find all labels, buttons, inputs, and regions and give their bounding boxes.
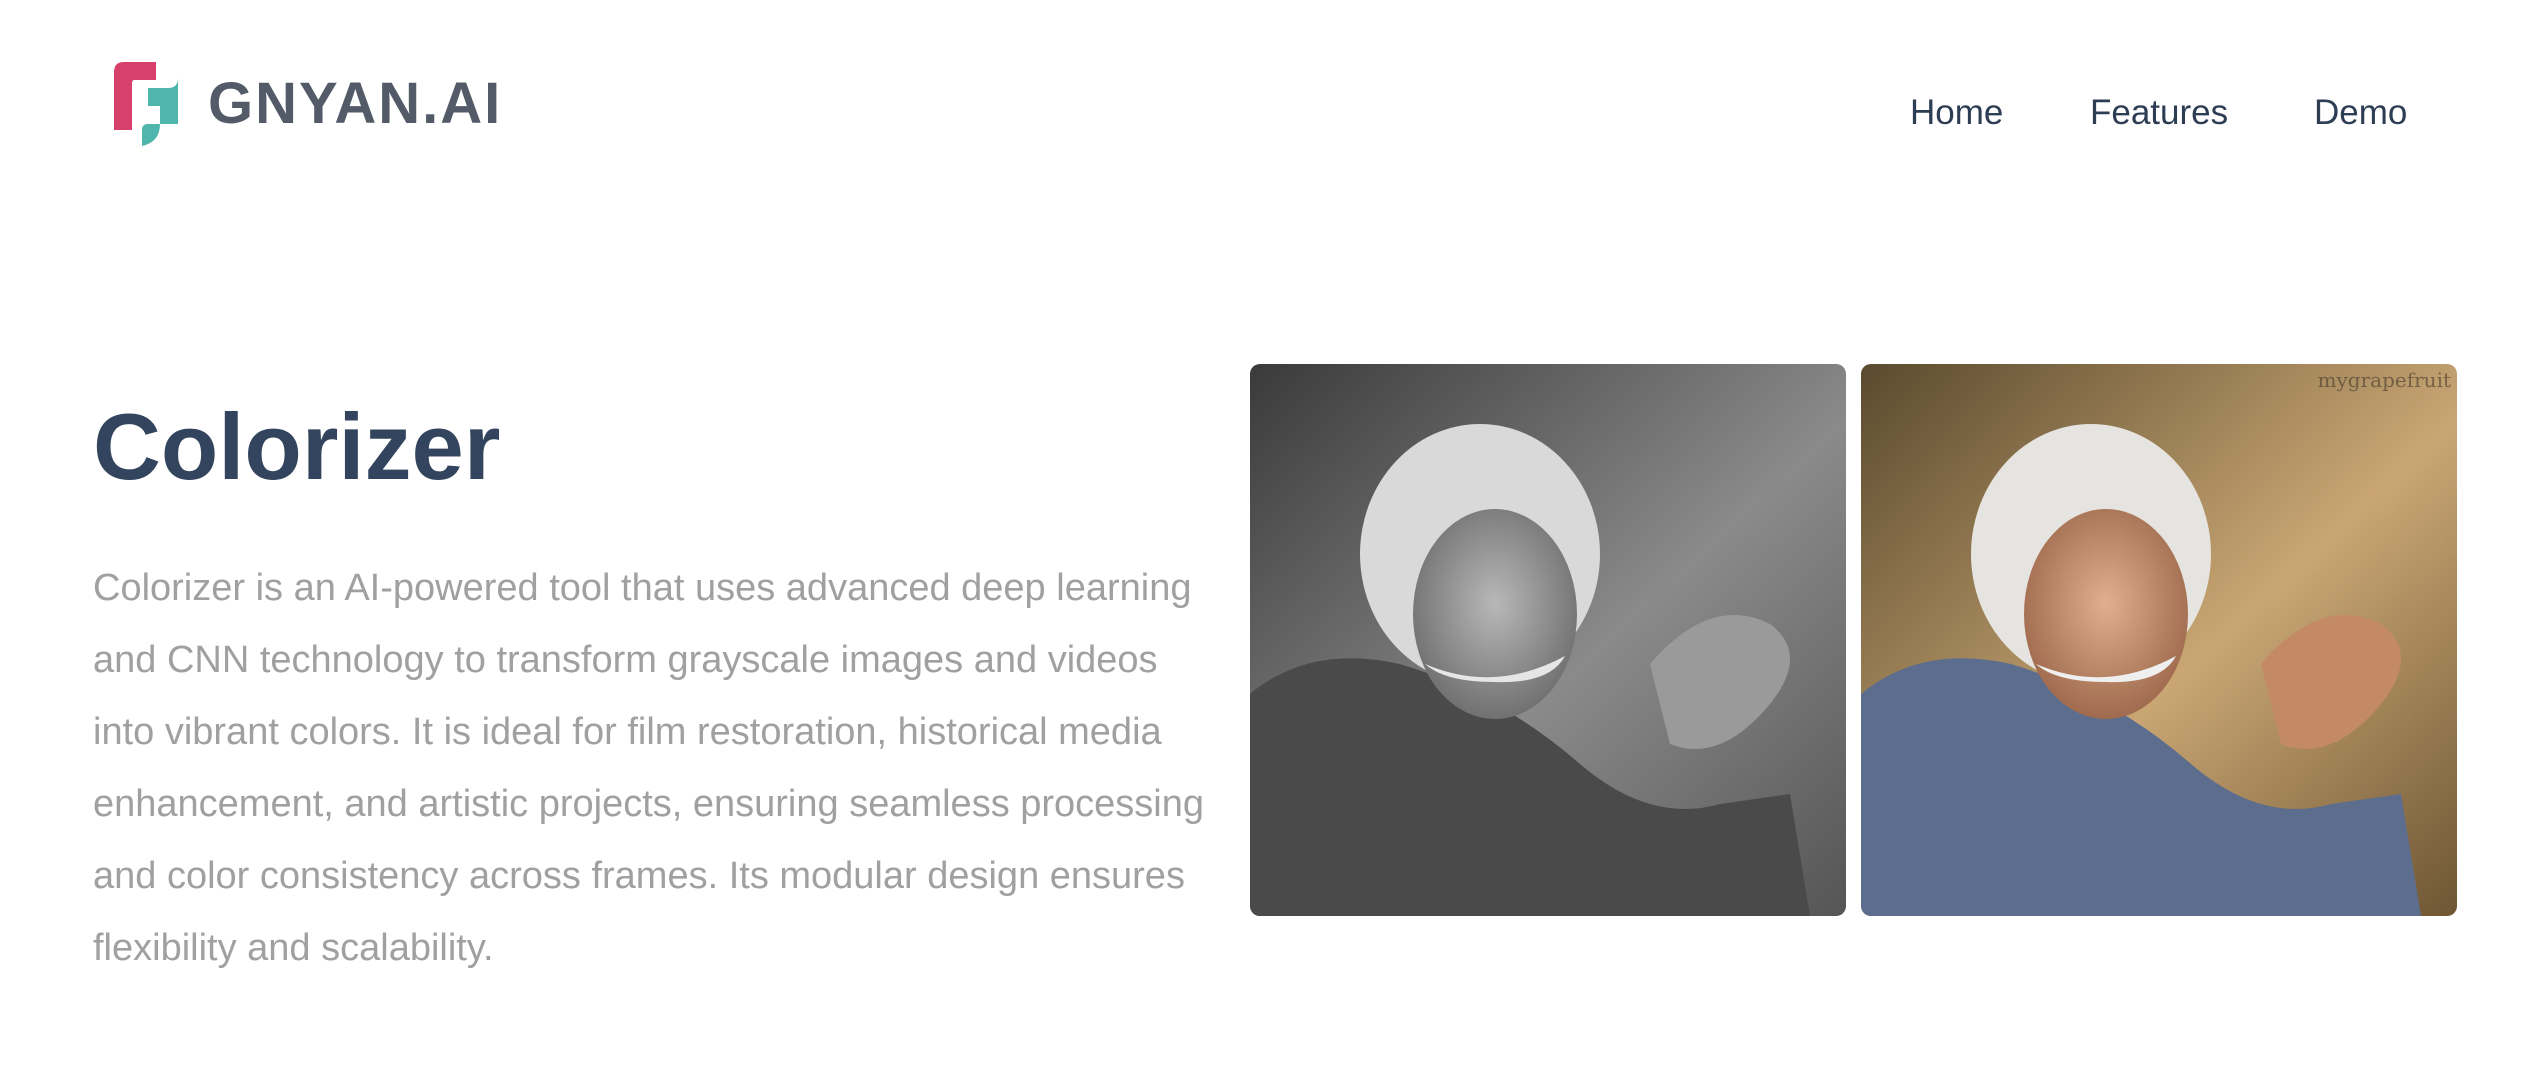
colorized-image: mygrapefruit [1861,364,2457,916]
grayscale-image [1250,364,1846,916]
image-watermark: mygrapefruit [2317,368,2451,392]
page-title: Colorizer [93,394,501,499]
before-after-comparison: mygrapefruit [1250,364,2457,916]
hero-description: Colorizer is an AI-powered tool that use… [93,567,1205,969]
main-nav: Home Features Demo [0,88,2546,138]
nav-demo-link[interactable]: Demo [2314,88,2407,138]
grayscale-portrait-illustration [1250,364,1846,916]
nav-features-link[interactable]: Features [2090,88,2228,138]
nav-home-link[interactable]: Home [1910,88,2003,138]
colorized-portrait-illustration [1861,364,2457,916]
site-header: GNYAN.AI Home Features Demo [0,0,2546,220]
